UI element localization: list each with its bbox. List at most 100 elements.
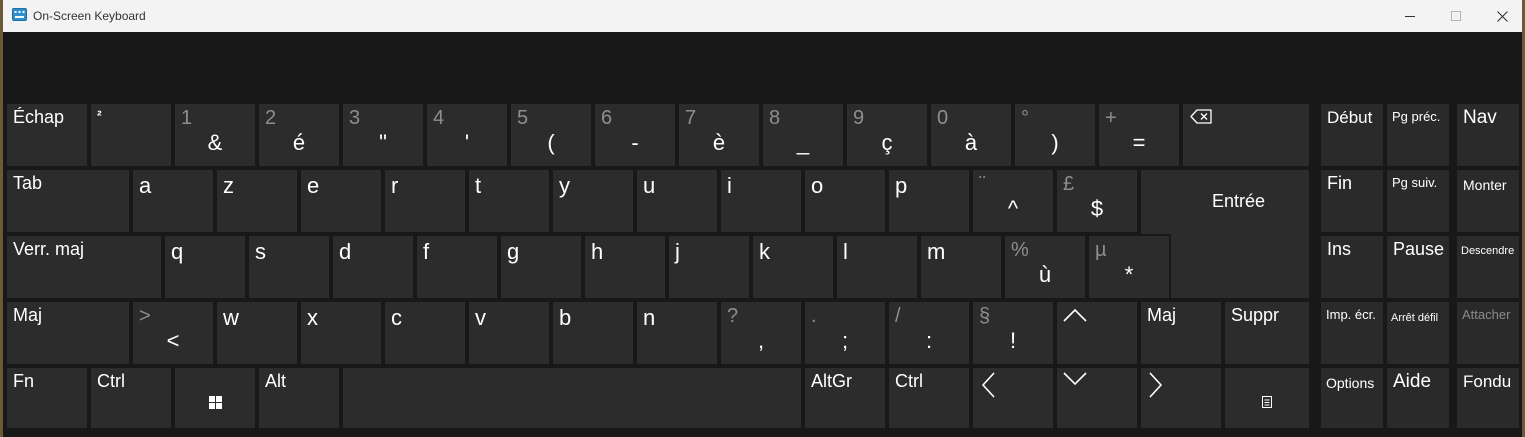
key-label: , bbox=[757, 328, 765, 353]
key-arrow-up[interactable] bbox=[1057, 302, 1137, 364]
key-enter[interactable] bbox=[1171, 232, 1309, 298]
key-end[interactable]: Fin bbox=[1321, 170, 1383, 232]
key-g[interactable]: g bbox=[501, 236, 581, 298]
key-equals[interactable]: + = bbox=[1099, 104, 1179, 166]
key-arrow-right[interactable] bbox=[1141, 368, 1221, 428]
key-r[interactable]: r bbox=[385, 170, 465, 232]
key-u-grave[interactable]: % ù bbox=[1005, 236, 1085, 298]
key-8[interactable]: 8 _ bbox=[763, 104, 843, 166]
key-label: o bbox=[811, 173, 824, 198]
key-home[interactable]: Début bbox=[1321, 104, 1383, 166]
key-page-down[interactable]: Pg suiv. bbox=[1387, 170, 1449, 232]
key-arrow-left[interactable] bbox=[973, 368, 1053, 428]
key-label: - bbox=[631, 130, 639, 155]
key-h[interactable]: h bbox=[585, 236, 665, 298]
key-nav[interactable]: Nav bbox=[1457, 104, 1519, 166]
key-less-than[interactable]: > < bbox=[133, 302, 213, 364]
key-move-down[interactable]: Descendre bbox=[1457, 236, 1519, 298]
key-0[interactable]: 0 à bbox=[931, 104, 1011, 166]
key-colon[interactable]: / : bbox=[889, 302, 969, 364]
key-superscript-two[interactable]: ² bbox=[91, 104, 171, 166]
key-a[interactable]: a bbox=[133, 170, 213, 232]
key-arrow-down[interactable] bbox=[1057, 368, 1137, 428]
key-1[interactable]: 1 & bbox=[175, 104, 255, 166]
key-dock[interactable]: Attacher bbox=[1457, 302, 1519, 364]
key-c[interactable]: c bbox=[385, 302, 465, 364]
key-2[interactable]: 2 é bbox=[259, 104, 339, 166]
key-right-ctrl[interactable]: Ctrl bbox=[889, 368, 969, 428]
key-right-shift[interactable]: Maj bbox=[1141, 302, 1221, 364]
key-label: ' bbox=[464, 130, 470, 155]
key-dollar[interactable]: £ $ bbox=[1057, 170, 1137, 232]
key-6[interactable]: 6 - bbox=[595, 104, 675, 166]
key-move-up[interactable]: Monter bbox=[1457, 170, 1519, 232]
key-v[interactable]: v bbox=[469, 302, 549, 364]
key-fn[interactable]: Fn bbox=[7, 368, 87, 428]
key-degree[interactable]: ° ) bbox=[1015, 104, 1095, 166]
key-alt[interactable]: Alt bbox=[259, 368, 339, 428]
key-fade[interactable]: Fondu bbox=[1457, 368, 1519, 428]
key-m[interactable]: m bbox=[921, 236, 1001, 298]
key-label: Ins bbox=[1327, 239, 1352, 259]
key-page-up[interactable]: Pg préc. bbox=[1387, 104, 1449, 166]
key-s[interactable]: s bbox=[249, 236, 329, 298]
key-y[interactable]: y bbox=[553, 170, 633, 232]
key-exclamation[interactable]: § ! bbox=[973, 302, 1053, 364]
key-caps-lock[interactable]: Verr. maj bbox=[7, 236, 161, 298]
key-q[interactable]: q bbox=[165, 236, 245, 298]
key-pause[interactable]: Pause bbox=[1387, 236, 1449, 298]
key-label: à bbox=[964, 130, 978, 155]
key-3[interactable]: 3 " bbox=[343, 104, 423, 166]
key-b[interactable]: b bbox=[553, 302, 633, 364]
key-u[interactable]: u bbox=[637, 170, 717, 232]
key-comma[interactable]: ? , bbox=[721, 302, 801, 364]
key-p[interactable]: p bbox=[889, 170, 969, 232]
key-w[interactable]: w bbox=[217, 302, 297, 364]
key-tab[interactable]: Tab bbox=[7, 170, 129, 232]
key-7[interactable]: 7 è bbox=[679, 104, 759, 166]
key-help[interactable]: Aide bbox=[1387, 368, 1449, 428]
key-o[interactable]: o bbox=[805, 170, 885, 232]
key-k[interactable]: k bbox=[753, 236, 833, 298]
key-label: $ bbox=[1090, 196, 1104, 221]
key-escape[interactable]: Échap bbox=[7, 104, 87, 166]
key-i[interactable]: i bbox=[721, 170, 801, 232]
key-t[interactable]: t bbox=[469, 170, 549, 232]
key-circumflex[interactable]: ¨ ^ bbox=[973, 170, 1053, 232]
key-delete[interactable]: Suppr bbox=[1225, 302, 1309, 364]
key-d[interactable]: d bbox=[333, 236, 413, 298]
key-label: Aide bbox=[1393, 371, 1432, 392]
key-label: Nav bbox=[1463, 107, 1497, 128]
key-left-shift[interactable]: Maj bbox=[7, 302, 129, 364]
key-label: ç bbox=[881, 130, 893, 155]
key-f[interactable]: f bbox=[417, 236, 497, 298]
key-options[interactable]: Options bbox=[1321, 368, 1383, 428]
key-n[interactable]: n bbox=[637, 302, 717, 364]
key-left-ctrl[interactable]: Ctrl bbox=[91, 368, 171, 428]
key-altgr[interactable]: AltGr bbox=[805, 368, 885, 428]
key-print-screen[interactable]: Imp. écr. bbox=[1321, 302, 1383, 364]
key-5[interactable]: 5 ( bbox=[511, 104, 591, 166]
key-semicolon[interactable]: . ; bbox=[805, 302, 885, 364]
key-label: = bbox=[1132, 130, 1146, 155]
key-x[interactable]: x bbox=[301, 302, 381, 364]
key-space[interactable] bbox=[343, 368, 801, 428]
key-label: Ctrl bbox=[97, 371, 125, 391]
key-label: Maj bbox=[1147, 305, 1177, 325]
key-context-menu[interactable] bbox=[1225, 368, 1309, 428]
key-scroll-lock[interactable]: Arrêt défil bbox=[1387, 302, 1449, 364]
key-enter-label: Entrée bbox=[1212, 191, 1266, 211]
key-l[interactable]: l bbox=[837, 236, 917, 298]
key-shift-label: 1 bbox=[181, 107, 193, 129]
key-4[interactable]: 4 ' bbox=[427, 104, 507, 166]
key-9[interactable]: 9 ç bbox=[847, 104, 927, 166]
key-e[interactable]: e bbox=[301, 170, 381, 232]
key-asterisk[interactable]: µ * bbox=[1089, 236, 1169, 298]
key-label: n bbox=[643, 305, 656, 330]
key-windows[interactable] bbox=[175, 368, 255, 428]
key-z[interactable]: z bbox=[217, 170, 297, 232]
key-insert[interactable]: Ins bbox=[1321, 236, 1383, 298]
key-backspace[interactable] bbox=[1183, 104, 1309, 166]
key-j[interactable]: j bbox=[669, 236, 749, 298]
key-shift-label: . bbox=[811, 305, 817, 327]
